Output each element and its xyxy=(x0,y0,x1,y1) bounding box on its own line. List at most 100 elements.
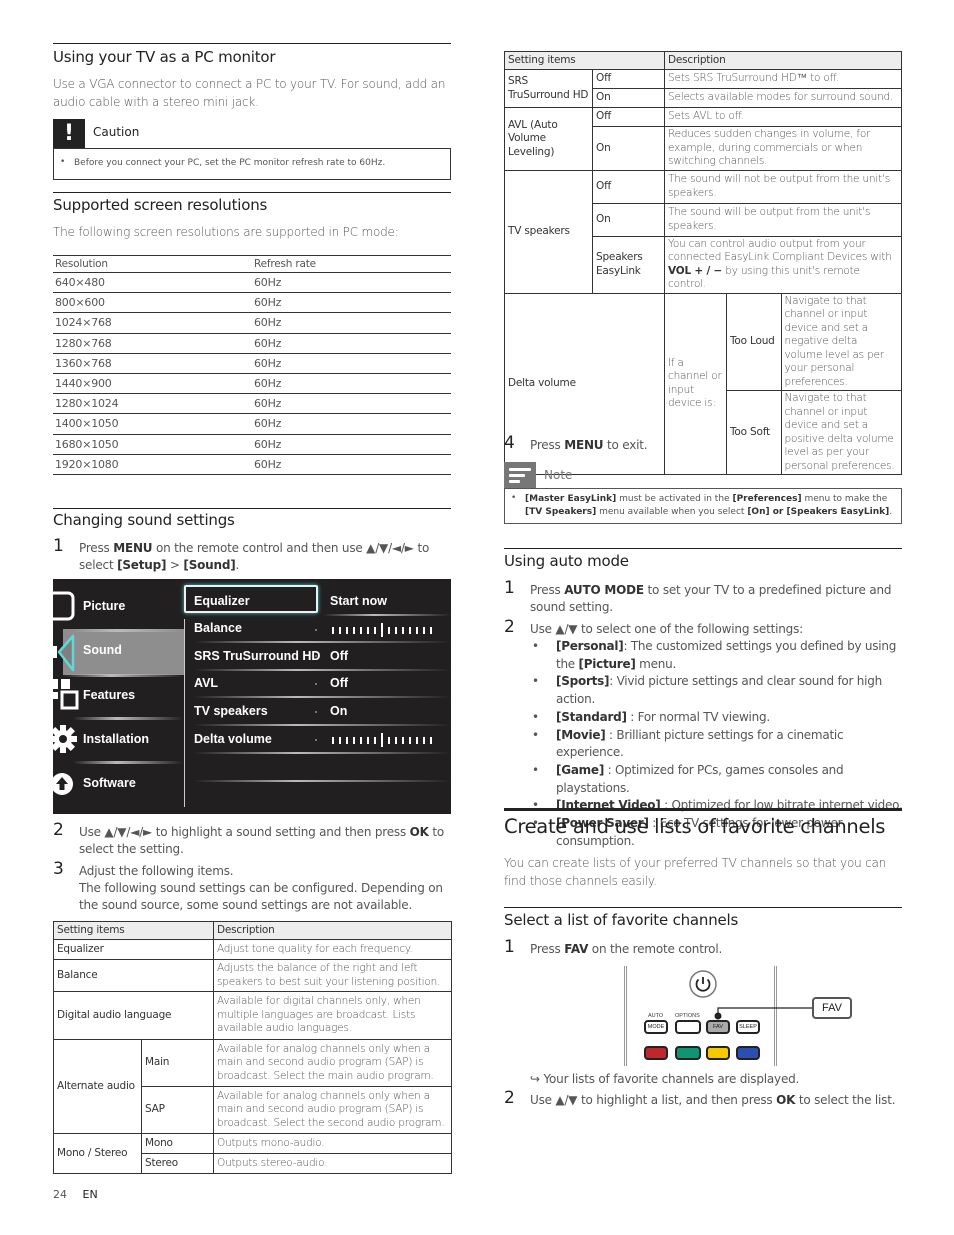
list-item: [Personal]: The customized settings you … xyxy=(530,638,905,673)
menu-option-balance[interactable]: Balance xyxy=(194,621,242,635)
blue-button[interactable] xyxy=(736,1046,760,1060)
table-row: 1024×768 60Hz xyxy=(53,312,451,334)
auto-mode-step-2: 2 Use ▲/▼ to select one of the following… xyxy=(504,617,803,637)
resolution-cell: 1400×1050 xyxy=(53,413,252,435)
list-item: [Game] : Optimized for PCs, games consol… xyxy=(530,762,905,797)
slider-tick xyxy=(367,736,369,744)
slider-tick xyxy=(388,626,390,634)
sidebar-selection-highlight xyxy=(63,629,185,675)
header-resolution: Resolution xyxy=(53,255,252,273)
slider-tick xyxy=(395,626,397,634)
section-divider xyxy=(53,192,451,193)
power-button-icon[interactable] xyxy=(688,969,718,999)
yellow-button[interactable] xyxy=(706,1046,730,1060)
resolution-cell: 1280×768 xyxy=(53,333,252,354)
favorites-step-1: 1 Press FAV on the remote control. xyxy=(504,937,723,957)
fav-callout-label: FAV xyxy=(812,997,852,1019)
options-button[interactable] xyxy=(675,1020,701,1034)
refresh-rate-cell: 60Hz xyxy=(252,454,451,475)
sound-step-2: 2 Use ▲/▼/◄/► to highlight a sound setti… xyxy=(53,820,445,857)
slider-tick xyxy=(353,736,355,744)
sidebar-item-features[interactable]: Features xyxy=(83,688,135,702)
sidebar-item-software[interactable]: Software xyxy=(83,776,136,790)
sidebar-item-installation[interactable]: Installation xyxy=(83,732,149,746)
srs-value: Off xyxy=(330,649,349,663)
resolution-cell: 1680×1050 xyxy=(53,434,252,455)
refresh-rate-cell: 60Hz xyxy=(252,434,451,455)
tv-screen-icon xyxy=(53,591,75,621)
refresh-rate-cell: 60Hz xyxy=(252,312,451,334)
red-button[interactable] xyxy=(644,1046,668,1060)
page-footer: 24 EN xyxy=(53,1188,98,1201)
menu-option-avl[interactable]: AVL xyxy=(194,676,218,690)
remote-control-illustration: AUTO OPTIONS MODE FAV SLEEP FAV xyxy=(620,962,860,1066)
resolution-table: Resolution Refresh rate 640×480 60Hz 800×6… xyxy=(53,255,451,475)
slider-tick xyxy=(346,736,348,744)
list-item: [Movie] : Brilliant picture settings for… xyxy=(530,727,905,762)
sound-settings-table-continued: Setting items Description SRS TruSurroun… xyxy=(504,51,902,475)
slider-tick xyxy=(367,626,369,634)
slider-tick xyxy=(409,736,411,744)
refresh-rate-cell: 60Hz xyxy=(252,272,451,294)
table-row: Equalizer Adjust tone quality for each f… xyxy=(53,939,452,960)
menu-option-srs[interactable]: SRS TruSurround HD xyxy=(194,649,320,663)
delta-volume-slider[interactable] xyxy=(332,733,432,747)
table-row: Digital audio language Available for dig… xyxy=(53,991,452,1040)
table-row: Mono / Stereo Mono Outputs mono-audio. xyxy=(53,1133,452,1174)
slider-thumb xyxy=(381,623,383,637)
list-item: [Standard] : For normal TV viewing. xyxy=(530,709,905,727)
resolution-cell: 800×600 xyxy=(53,292,252,314)
section-title-favorites: Create and use lists of favorite channel… xyxy=(504,815,886,838)
slider-tick xyxy=(416,626,418,634)
table-row: AVL (Auto Volume Leveling) Off Sets AVL … xyxy=(504,107,902,171)
slider-tick xyxy=(423,736,425,744)
table-row: 800×600 60Hz xyxy=(53,292,451,314)
table-header-row: Resolution Refresh rate xyxy=(53,255,451,273)
resolutions-intro: The following screen resolutions are sup… xyxy=(53,225,399,239)
avl-value: Off xyxy=(330,676,349,690)
note-label: Note xyxy=(544,468,573,482)
menu-option-equalizer[interactable]: Equalizer xyxy=(194,594,250,608)
page-number: 24 xyxy=(53,1188,67,1201)
slider-tick xyxy=(409,626,411,634)
table-header-row: Setting items Description xyxy=(504,51,902,70)
resolution-cell: 1440×900 xyxy=(53,373,252,395)
table-row: 1280×768 60Hz xyxy=(53,333,451,354)
slider-tick xyxy=(430,736,432,744)
balance-slider[interactable] xyxy=(332,623,432,637)
slider-tick xyxy=(374,736,376,744)
resolution-cell: 1920×1080 xyxy=(53,454,252,475)
note-lines-icon xyxy=(504,462,536,488)
table-row: 1360×768 60Hz xyxy=(53,353,451,374)
section-title-resolutions: Supported screen resolutions xyxy=(53,196,268,214)
auto-mode-button[interactable]: MODE xyxy=(644,1020,668,1034)
green-button[interactable] xyxy=(675,1046,701,1060)
note-box: Note • [Master EasyLink] must be activat… xyxy=(504,462,902,524)
favorites-result: ↪ Your lists of favorite channels are di… xyxy=(530,1072,800,1086)
refresh-rate-cell: 60Hz xyxy=(252,333,451,354)
slider-tick xyxy=(402,736,404,744)
refresh-rate-cell: 60Hz xyxy=(252,353,451,374)
slider-tick xyxy=(395,736,397,744)
slider-tick xyxy=(416,736,418,744)
table-row: 1920×1080 60Hz xyxy=(53,454,451,475)
refresh-rate-cell: 60Hz xyxy=(252,393,451,415)
table-row: 1440×900 60Hz xyxy=(53,373,451,395)
table-row: SRS TruSurround HD Off Sets SRS TruSurro… xyxy=(504,69,902,108)
sidebar-item-sound[interactable]: Sound xyxy=(83,643,122,657)
sound-step-4: 4 Press MENU to exit. xyxy=(504,433,648,453)
resolution-cell: 1280×1024 xyxy=(53,393,252,415)
equalizer-value: Start now xyxy=(330,594,387,608)
speaker-icon xyxy=(53,634,75,672)
menu-option-delta-volume[interactable]: Delta volume xyxy=(194,732,272,746)
header-refresh-rate: Refresh rate xyxy=(252,255,451,273)
menu-option-tv-speakers[interactable]: TV speakers xyxy=(194,704,268,718)
slider-tick xyxy=(339,626,341,634)
bullet: • xyxy=(60,157,66,167)
slider-tick xyxy=(374,626,376,634)
table-row: 1680×1050 60Hz xyxy=(53,434,451,455)
refresh-rate-cell: 60Hz xyxy=(252,292,451,314)
section-title-pc-monitor: Using your TV as a PC monitor xyxy=(53,48,276,66)
language-code: EN xyxy=(82,1188,98,1201)
sidebar-item-picture[interactable]: Picture xyxy=(83,599,125,613)
